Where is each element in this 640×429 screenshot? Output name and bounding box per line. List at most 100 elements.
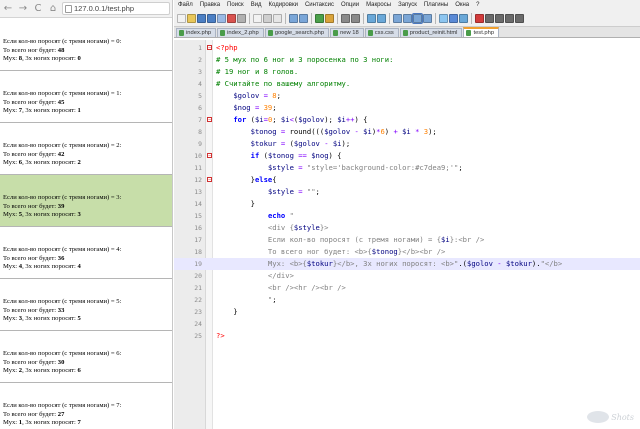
code-line[interactable]: 10− if ($tonog == $nog) { bbox=[174, 150, 640, 162]
code-line[interactable]: 23− } bbox=[174, 306, 640, 318]
code-line[interactable]: 8− $tonog = round((($golov - $i)*6) + $i… bbox=[174, 126, 640, 138]
tab-label: product_reinit.html bbox=[409, 30, 458, 36]
menu-bar: Файл Правка Поиск Вид Кодировки Синтаксис Опци… bbox=[174, 0, 640, 10]
replace-icon[interactable] bbox=[325, 13, 334, 23]
play-macro-icon[interactable] bbox=[495, 13, 504, 23]
fold-minus-icon[interactable]: − bbox=[207, 153, 212, 159]
forward-icon[interactable]: → bbox=[17, 3, 29, 15]
fold-minus-icon[interactable]: − bbox=[207, 117, 212, 123]
code-line[interactable]: 12− }else{ bbox=[174, 174, 640, 186]
redo-icon[interactable] bbox=[299, 13, 308, 23]
code-editor[interactable]: 1−<?php2−# 5 мух по 6 ног и 3 поросенка … bbox=[174, 40, 640, 429]
save-macro-icon[interactable] bbox=[515, 13, 524, 23]
indent-guide-icon[interactable] bbox=[412, 12, 423, 24]
code-text: $style = ""; bbox=[267, 187, 320, 196]
code-line[interactable]: 11− $style = "style='background-color:#c… bbox=[174, 162, 640, 174]
code-line[interactable]: 18− То всего ног будет: <b>{$tonog}</b><… bbox=[174, 246, 640, 258]
close-icon[interactable] bbox=[217, 13, 226, 23]
code-line[interactable]: 22− "; bbox=[174, 294, 640, 306]
tab-label: new 18 bbox=[340, 30, 359, 36]
menu-item[interactable]: Опции bbox=[341, 2, 359, 8]
code-line[interactable]: 7− for ($i=0; $i<($golov); $i++) { bbox=[174, 114, 640, 126]
code-line[interactable]: 15− echo " bbox=[174, 210, 640, 222]
close-all-icon[interactable] bbox=[227, 13, 236, 23]
record-total-line: То всего ног будет: 33 bbox=[3, 306, 65, 314]
tab-file[interactable]: new 18 bbox=[330, 28, 364, 37]
stop-macro-icon[interactable] bbox=[485, 13, 494, 23]
menu-item[interactable]: Правка bbox=[200, 2, 220, 8]
tab-file[interactable]: index.php bbox=[176, 28, 217, 37]
doc-map-icon[interactable] bbox=[439, 13, 448, 23]
code-line[interactable]: 25−?> bbox=[174, 330, 640, 342]
fold-minus-icon[interactable]: − bbox=[207, 45, 212, 51]
line-number: 2 bbox=[198, 56, 202, 64]
menu-item[interactable]: Плагины bbox=[424, 2, 448, 8]
total-legs: 42 bbox=[57, 150, 65, 158]
cut-icon[interactable] bbox=[253, 13, 262, 23]
line-number: 1 bbox=[198, 44, 202, 52]
toolbar-separator bbox=[435, 12, 436, 24]
code-line[interactable]: 6− $nog = 39; bbox=[174, 102, 640, 114]
fold-minus-icon[interactable]: − bbox=[207, 177, 212, 183]
sync-v-icon[interactable] bbox=[367, 13, 376, 23]
save-all-icon[interactable] bbox=[207, 13, 216, 23]
code-line[interactable]: 1− <?php bbox=[174, 42, 640, 54]
sync-h-icon[interactable] bbox=[377, 13, 386, 23]
tab-file[interactable]: google_search.php bbox=[264, 28, 330, 37]
code-line[interactable]: 14− } bbox=[174, 198, 640, 210]
record-macro-icon[interactable] bbox=[475, 13, 484, 23]
open-file-icon[interactable] bbox=[187, 13, 196, 23]
tab-file[interactable]: test.php bbox=[463, 27, 500, 37]
menu-item[interactable]: ? bbox=[476, 2, 479, 8]
menu-item[interactable]: Окна bbox=[455, 2, 469, 8]
code-line[interactable]: 13− $style = ""; bbox=[174, 186, 640, 198]
print-icon[interactable] bbox=[237, 13, 246, 23]
new-file-icon[interactable] bbox=[177, 13, 186, 23]
menu-item[interactable]: Кодировки bbox=[269, 2, 298, 8]
address-bar[interactable]: 127.0.0.1/test.php bbox=[62, 2, 170, 15]
record-total-line: То всего ног будет: 45 bbox=[3, 98, 65, 106]
tab-file[interactable]: product_reinit.html bbox=[399, 28, 463, 37]
paste-icon[interactable] bbox=[273, 13, 282, 23]
wrap-icon[interactable] bbox=[393, 13, 402, 23]
line-number: 22 bbox=[194, 296, 202, 304]
menu-item[interactable]: Синтаксис bbox=[305, 2, 334, 8]
code-line[interactable]: 5− $golov = 8; bbox=[174, 90, 640, 102]
user-lang-icon[interactable] bbox=[423, 13, 432, 23]
code-text: # 19 ног и 8 голов. bbox=[216, 67, 299, 76]
zoom-in-icon[interactable] bbox=[341, 13, 350, 23]
function-list-icon[interactable] bbox=[449, 13, 458, 23]
menu-item[interactable]: Макросы bbox=[366, 2, 391, 8]
all-chars-icon[interactable] bbox=[403, 13, 412, 23]
code-line[interactable]: 19− Мух: <b>{$tokur}</b>, 3х ногих порос… bbox=[174, 258, 640, 270]
code-line[interactable]: 17− Если кол-во поросят (с тремя ногами)… bbox=[174, 234, 640, 246]
code-line[interactable]: 16− <div {$style}> bbox=[174, 222, 640, 234]
folder-workspace-icon[interactable] bbox=[459, 13, 468, 23]
pigs-count: 6 bbox=[77, 367, 81, 375]
back-icon[interactable]: ← bbox=[2, 3, 14, 15]
reload-icon[interactable]: C bbox=[32, 3, 44, 15]
find-icon[interactable] bbox=[315, 13, 324, 23]
tab-file[interactable]: index_2.php bbox=[217, 28, 264, 37]
code-line[interactable]: 9− $tokur = ($golov - $i); bbox=[174, 138, 640, 150]
copy-icon[interactable] bbox=[263, 13, 272, 23]
undo-icon[interactable] bbox=[289, 13, 298, 23]
menu-item[interactable]: Поиск bbox=[227, 2, 244, 8]
code-line[interactable]: 3−# 19 ног и 8 голов. bbox=[174, 66, 640, 78]
menu-item[interactable]: Запуск bbox=[398, 2, 417, 8]
toolbar-separator bbox=[249, 12, 250, 24]
code-line[interactable]: 20− </div> bbox=[174, 270, 640, 282]
code-line[interactable]: 21− <br /><hr /><br /> bbox=[174, 282, 640, 294]
home-icon[interactable]: ⌂ bbox=[47, 3, 59, 15]
code-line[interactable]: 24− bbox=[174, 318, 640, 330]
code-line[interactable]: 2−# 5 мух по 6 ног и 3 поросенка по 3 но… bbox=[174, 54, 640, 66]
code-line[interactable]: 4−# Считайте по вашему алгоритму. bbox=[174, 78, 640, 90]
line-number: 19 bbox=[194, 260, 202, 268]
menu-item[interactable]: Вид bbox=[251, 2, 262, 8]
zoom-out-icon[interactable] bbox=[351, 13, 360, 23]
tab-file[interactable]: css.css bbox=[364, 28, 399, 37]
menu-item[interactable]: Файл bbox=[178, 2, 193, 8]
line-number: 6 bbox=[198, 104, 202, 112]
run-macro-icon[interactable] bbox=[505, 13, 514, 23]
save-icon[interactable] bbox=[197, 13, 206, 23]
